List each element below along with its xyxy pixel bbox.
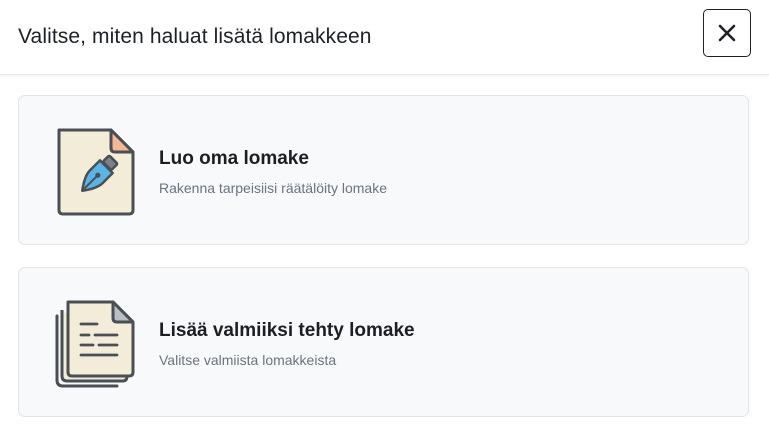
option-title: Luo oma lomake xyxy=(159,148,309,169)
pen-document-icon xyxy=(57,128,135,216)
stacked-documents-icon xyxy=(55,300,135,388)
option-description: Valitse valmiista lomakkeista xyxy=(159,352,337,368)
add-form-dialog: Valitse, miten haluat lisätä lomakkeen L… xyxy=(0,0,769,436)
option-text: Lisää valmiiksi tehty lomake Valitse val… xyxy=(159,320,415,368)
option-description: Rakenna tarpeisiisi räätälöity lomake xyxy=(159,180,387,196)
dialog-header: Valitse, miten haluat lisätä lomakkeen xyxy=(0,0,769,75)
add-template-form-option[interactable]: Lisää valmiiksi tehty lomake Valitse val… xyxy=(18,267,749,417)
close-button[interactable] xyxy=(703,9,751,57)
close-icon xyxy=(718,24,736,42)
create-own-form-option[interactable]: Luo oma lomake Rakenna tarpeisiisi räätä… xyxy=(18,95,749,245)
dialog-title: Valitse, miten haluat lisätä lomakkeen xyxy=(18,25,372,48)
option-title: Lisää valmiiksi tehty lomake xyxy=(159,320,415,341)
option-text: Luo oma lomake Rakenna tarpeisiisi räätä… xyxy=(159,148,387,196)
